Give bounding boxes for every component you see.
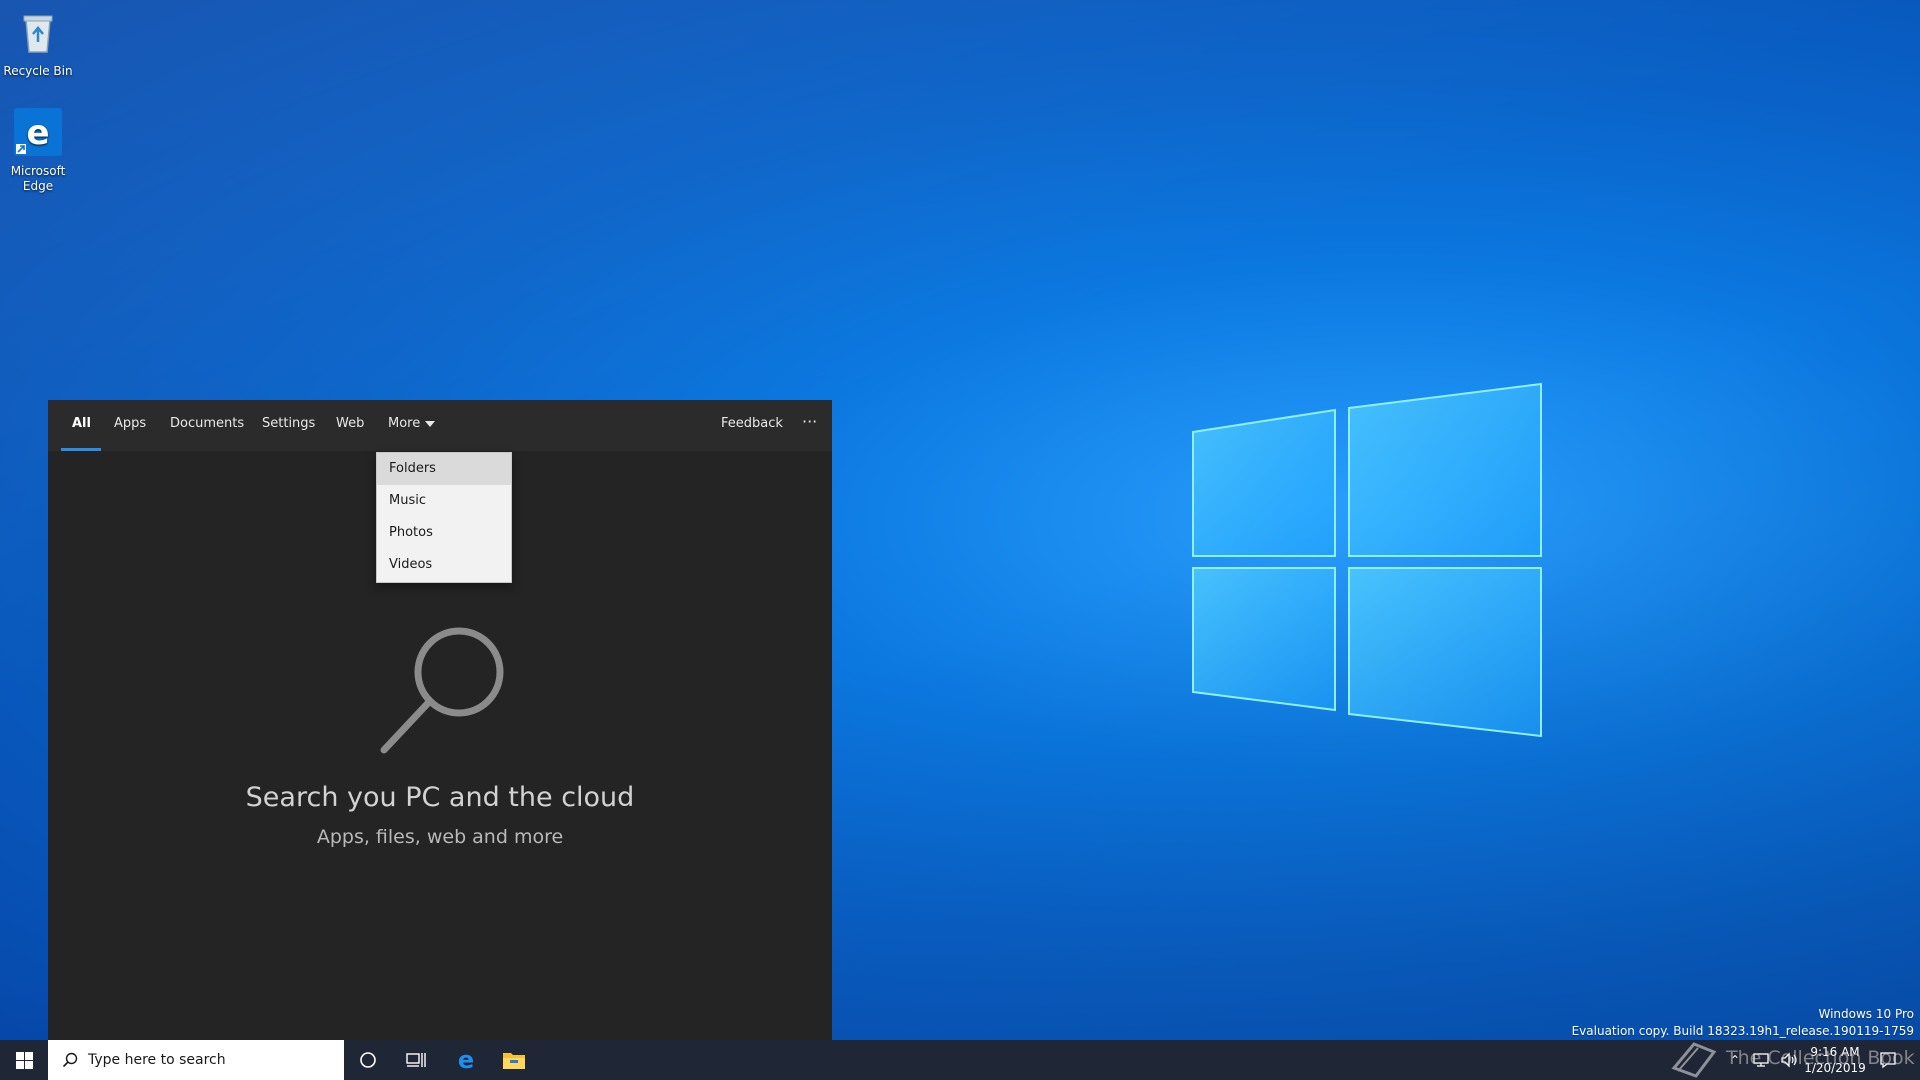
desktop-icon-microsoft-edge[interactable]: e Microsoft Edge [0, 108, 76, 194]
tab-more-label: More [388, 416, 421, 431]
tab-more[interactable]: More [388, 416, 436, 431]
search-hero-title: Search you PC and the cloud [245, 782, 635, 813]
menu-item-folders[interactable]: Folders [377, 453, 511, 485]
desktop-icon-recycle-bin[interactable]: Recycle Bin [0, 8, 76, 79]
taskbar: Type here to search e ⌃ 9:16 AM 1/20/201… [0, 1040, 1920, 1080]
taskbar-search-placeholder: Type here to search [88, 1052, 226, 1068]
book-logo-icon [1671, 1042, 1717, 1078]
start-button[interactable] [0, 1040, 48, 1080]
menu-item-photos[interactable]: Photos [377, 517, 511, 549]
windows-start-icon [15, 1051, 33, 1069]
taskbar-edge-button[interactable]: e [442, 1040, 490, 1080]
svg-text:e: e [458, 1048, 474, 1072]
edge-icon: e [458, 1048, 474, 1072]
search-scope-tabs: All Apps Documents Settings Web More Fee… [48, 400, 832, 451]
tab-documents[interactable]: Documents [170, 416, 244, 431]
chevron-down-icon [425, 420, 436, 427]
search-icon [380, 627, 504, 754]
edge-icon: e [14, 108, 62, 156]
tab-web[interactable]: Web [336, 416, 364, 431]
search-hero-subtitle: Apps, files, web and more [316, 826, 564, 848]
taskbar-file-explorer-button[interactable] [490, 1040, 538, 1080]
taskbar-search-box[interactable]: Type here to search [48, 1040, 344, 1080]
feedback-button[interactable]: Feedback [721, 416, 783, 431]
brand-text: The Collection Book [1726, 1047, 1915, 1069]
search-icon [62, 1052, 78, 1068]
file-explorer-icon [503, 1053, 525, 1069]
more-options-button[interactable]: ··· [802, 412, 817, 431]
recycle-bin-icon [23, 15, 53, 53]
watermark-edition: Windows 10 Pro [1818, 1007, 1914, 1021]
desktop-icon-label: Microsoft Edge [10, 164, 66, 193]
tab-apps[interactable]: Apps [114, 416, 146, 431]
menu-item-music[interactable]: Music [377, 485, 511, 517]
evaluation-watermark: Windows 10 Pro Evaluation copy. Build 18… [1572, 1006, 1914, 1040]
collection-book-watermark: The Collection Book [1668, 1036, 1915, 1080]
menu-item-videos[interactable]: Videos [377, 549, 511, 581]
svg-text:e: e [26, 113, 49, 153]
tab-settings[interactable]: Settings [262, 416, 315, 431]
more-dropdown-menu: Folders Music Photos Videos [376, 452, 512, 583]
desktop-icon-label: Recycle Bin [3, 64, 73, 78]
cortana-icon [360, 1052, 376, 1068]
active-tab-indicator [61, 448, 101, 451]
task-view-icon [406, 1053, 426, 1067]
windows-wallpaper-logo [1192, 382, 1542, 738]
task-view-button[interactable] [392, 1040, 440, 1080]
cortana-button[interactable] [344, 1040, 392, 1080]
tab-all[interactable]: All [72, 416, 91, 431]
